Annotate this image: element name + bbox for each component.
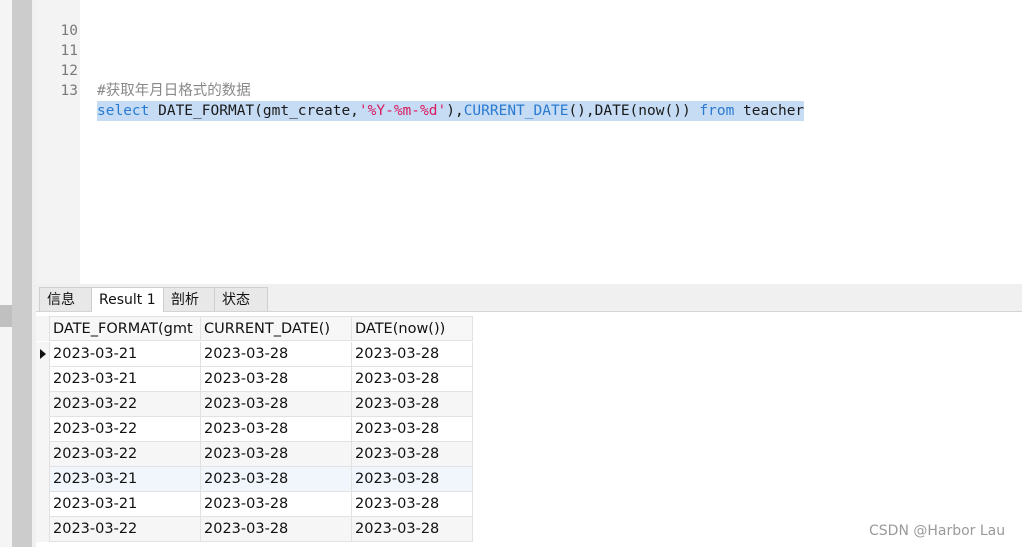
format-string: '%Y-%m-%d' [358,103,447,119]
fn-date-format: DATE_FORMAT(gmt_create, [149,103,359,119]
grid-cell[interactable]: 2023-03-28 [201,342,352,367]
left-sidebar [0,0,12,547]
grid-cell[interactable]: 2023-03-28 [201,467,352,492]
line-number: 13 [60,83,78,99]
code-line-12[interactable]: 12 #获取年月日格式的数据 [36,41,1022,99]
grid-cell[interactable]: 2023-03-21 [50,492,201,517]
grid-cell[interactable]: 2023-03-28 [201,417,352,442]
grid-cell[interactable]: 2023-03-28 [352,442,473,467]
current-row-caret-icon [40,349,46,359]
grid-cell[interactable]: 2023-03-21 [50,467,201,492]
grid-cell[interactable]: 2023-03-28 [352,517,473,542]
grid-cell[interactable]: 2023-03-28 [352,342,473,367]
grid-cell[interactable]: 2023-03-28 [352,417,473,442]
grid-cell[interactable]: 2023-03-28 [352,467,473,492]
grid-cell[interactable]: 2023-03-28 [201,517,352,542]
keyword-from: from [699,103,735,119]
row-indicator [36,467,50,492]
row-indicator [36,367,50,392]
result-tab-bar: 信息 Result 1 剖析 状态 [36,284,1022,312]
row-indicator [36,392,50,417]
keyword-select: select [97,103,150,119]
column-header-current-date[interactable]: CURRENT_DATE() [201,316,352,341]
grid-cell[interactable]: 2023-03-21 [50,342,201,367]
row-indicator [36,442,50,467]
table-name: teacher [734,103,805,119]
sql-editor[interactable]: 10 11 12 #获取年月日格式的数据 13 select DATE_FORM… [36,0,1022,284]
row-indicator-header [36,316,50,341]
tab-profile[interactable]: 剖析 [163,287,215,311]
left-panel-edge [12,0,32,547]
csdn-watermark: CSDN @Harbor Lau [869,523,1006,539]
row-indicator [36,342,50,367]
code-line-10[interactable]: 10 [36,1,1022,39]
fn-current-date: CURRENT_DATE [463,103,569,119]
grid-cell[interactable]: 2023-03-28 [201,492,352,517]
grid-cell[interactable]: 2023-03-28 [201,442,352,467]
grid-cell[interactable]: 2023-03-22 [50,392,201,417]
code-punct: (),DATE(now()) [568,103,700,119]
code-line-13[interactable]: 13 select DATE_FORMAT(gmt_create,'%Y-%m-… [36,61,1022,121]
grid-cell[interactable]: 2023-03-21 [50,367,201,392]
tab-result-1[interactable]: Result 1 [91,287,164,312]
grid-cell[interactable]: 2023-03-28 [201,367,352,392]
grid-cell[interactable]: 2023-03-28 [352,367,473,392]
grid-cell[interactable]: 2023-03-22 [50,417,201,442]
selected-sql-statement[interactable]: select DATE_FORMAT(gmt_create,'%Y-%m-%d'… [97,101,805,121]
grid-cell[interactable]: 2023-03-28 [201,392,352,417]
tab-status[interactable]: 状态 [214,287,268,311]
sql-comment: #获取年月日格式的数据 [97,83,251,99]
row-indicator [36,492,50,517]
grid-cell[interactable]: 2023-03-28 [352,392,473,417]
column-header-date-now[interactable]: DATE(now()) [352,316,473,341]
grid-cell[interactable]: 2023-03-22 [50,442,201,467]
grid-cell[interactable]: 2023-03-28 [352,492,473,517]
row-indicator [36,517,50,542]
grid-cell[interactable]: 2023-03-22 [50,517,201,542]
tab-info[interactable]: 信息 [39,287,92,311]
code-line-11[interactable]: 11 [36,21,1022,59]
column-header-date-format[interactable]: DATE_FORMAT(gmt [50,316,201,341]
row-indicator [36,417,50,442]
code-punct: ), [446,103,464,119]
sidebar-handle[interactable] [0,305,12,327]
